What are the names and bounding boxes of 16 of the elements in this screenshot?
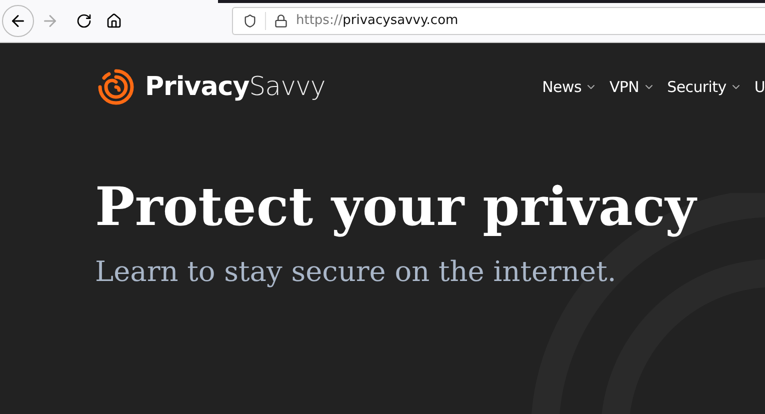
nav-link[interactable]: Security <box>667 76 742 98</box>
hero-title: Protect your privacy <box>95 177 698 237</box>
home-icon <box>106 13 122 29</box>
shield-icon <box>243 14 257 28</box>
nav-link[interactable]: U <box>754 76 765 98</box>
reload-icon <box>76 13 92 29</box>
lock-icon <box>274 14 288 28</box>
hero-subtitle: Learn to stay secure on the internet. <box>95 254 618 290</box>
nav-link[interactable]: VPN <box>609 76 656 98</box>
back-button[interactable] <box>2 5 34 37</box>
forward-icon <box>41 12 59 30</box>
address-bar[interactable]: https://privacysavvy.com <box>232 7 765 35</box>
back-icon <box>9 12 27 30</box>
nav-link[interactable]: News <box>542 76 598 98</box>
url-text: https://privacysavvy.com <box>296 12 458 30</box>
site-logo-text[interactable]: PrivacySavvy <box>145 68 326 106</box>
